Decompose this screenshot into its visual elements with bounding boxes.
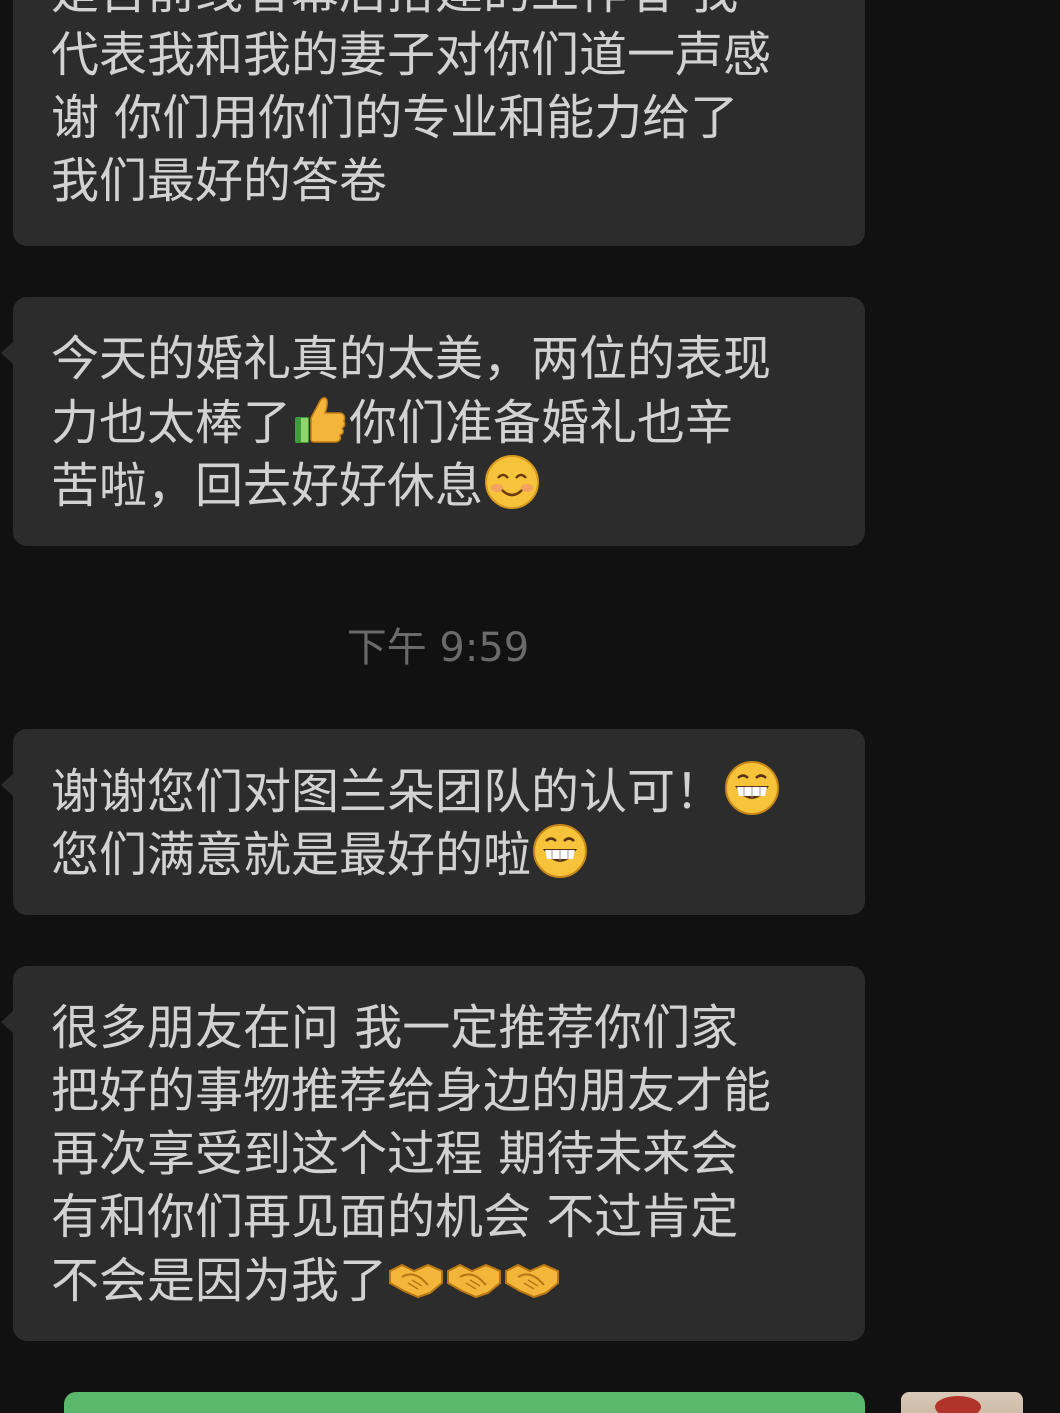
message-text: 谢谢您们对图兰朵团队的认可！ xyxy=(51,764,724,820)
smiling-face-icon xyxy=(485,455,540,509)
message-text: 您们满意就是最好的啦 xyxy=(51,827,532,883)
avatar[interactable] xyxy=(901,1392,1023,1413)
message-line: 谢 你们用你们的专业和能力给了 xyxy=(51,90,739,146)
message-text: 苦啦，回去好好休息 xyxy=(51,458,484,514)
message-bubble-2[interactable]: 今天的婚礼真的太美，两位的表现 力也太棒了 你们准备婚礼也辛 苦啦，回去好好休息 xyxy=(1,297,865,546)
message-line: 我们最好的答卷 xyxy=(51,153,388,209)
handshake-icon xyxy=(447,1263,502,1299)
message-line: 很多朋友在问 我一定推荐你们家 xyxy=(51,1000,739,1056)
handshake-icon xyxy=(389,1263,444,1299)
message-line: 代表我和我的妻子对你们道一声感 xyxy=(51,27,772,83)
message-text: 力也太棒了 xyxy=(51,395,292,451)
message-line-with-emoji: 谢谢您们对图兰朵团队的认可！ xyxy=(51,760,781,823)
message-line-with-emoji: 您们满意就是最好的啦 xyxy=(51,823,781,886)
message-line: 有和你们再见面的机会 不过肯定 xyxy=(51,1189,739,1245)
message-line: 把好的事物推荐给身边的朋友才能 xyxy=(51,1063,772,1119)
message-line: 是否前线者幕后搭建的工作者 我 xyxy=(51,0,771,24)
timestamp: 下午 9:59 xyxy=(346,625,530,671)
message-bubble-3[interactable]: 谢谢您们对图兰朵团队的认可！ 您们满意就是最好的啦 xyxy=(1,729,865,915)
thumbs-up-icon xyxy=(295,397,346,443)
message-line: 再次享受到这个过程 期待未来会 xyxy=(51,1126,739,1182)
message-text: 不会是因为我了 xyxy=(51,1253,388,1309)
message-line-with-emoji: 不会是因为我了 xyxy=(51,1249,771,1312)
message-line-with-emoji: 苦啦，回去好好休息 xyxy=(51,454,771,517)
handshake-icon xyxy=(505,1263,560,1299)
message-bubble-1[interactable]: 是否前线者幕后搭建的工作者 我 代表我和我的妻子对你们道一声感 谢 你们用你们的… xyxy=(13,0,865,246)
outgoing-message-bubble[interactable] xyxy=(64,1392,865,1413)
message-line-with-emoji: 力也太棒了 你们准备婚礼也辛 xyxy=(51,391,771,454)
avatar-image xyxy=(935,1396,981,1413)
message-bubble-4[interactable]: 很多朋友在问 我一定推荐你们家 把好的事物推荐给身边的朋友才能 再次享受到这个过… xyxy=(1,966,865,1341)
chat-view[interactable]: 是否前线者幕后搭建的工作者 我 代表我和我的妻子对你们道一声感 谢 你们用你们的… xyxy=(0,0,1060,1413)
grinning-face-icon xyxy=(725,761,780,815)
message-line: 今天的婚礼真的太美，两位的表现 xyxy=(51,331,772,387)
grinning-face-icon xyxy=(533,824,588,878)
message-text: 你们准备婚礼也辛 xyxy=(349,395,734,451)
